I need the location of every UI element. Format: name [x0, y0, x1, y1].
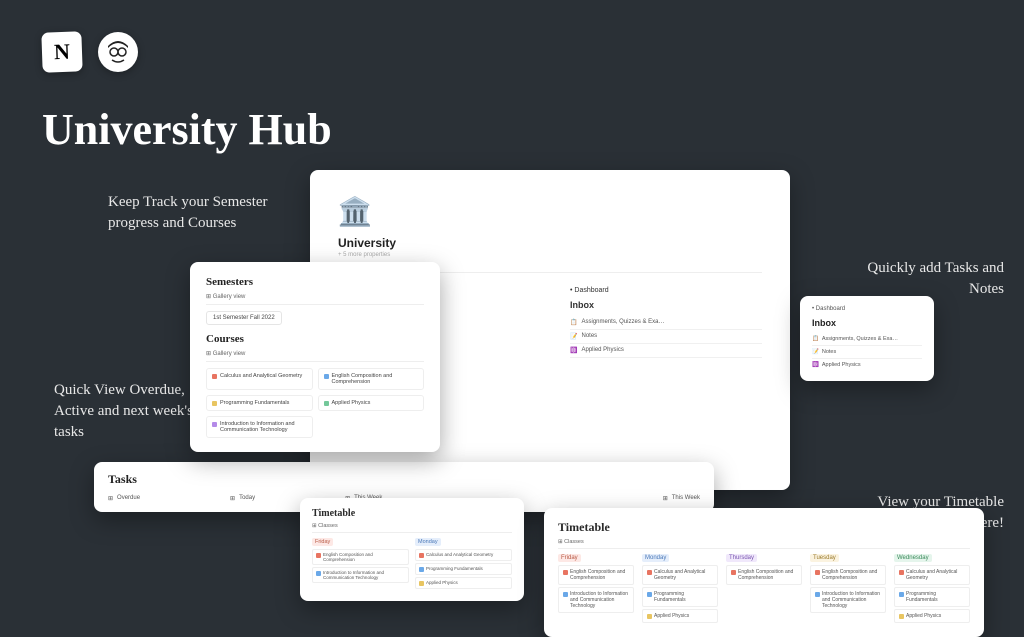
inbox-item[interactable]: 📋Assignments, Quizzes & Exa… [812, 333, 922, 346]
day-header: Monday [415, 538, 441, 546]
timetable-day-column: Friday English Composition and Comprehens… [312, 538, 409, 591]
inbox-item[interactable]: 📋Assignments, Quizzes & Exa… [570, 316, 762, 330]
courses-heading: Courses [206, 333, 424, 345]
timetable-day-column: Thursday English Composition and Comprehe… [726, 554, 802, 625]
timetable-day-column: Wednesday Calculus and Analytical Geometr… [894, 554, 970, 625]
task-tab-overdue[interactable]: ⊞Overdue [108, 495, 140, 502]
semesters-heading: Semesters [206, 276, 424, 288]
timetable-class-item[interactable]: Introduction to Information and Communic… [810, 587, 886, 613]
timetable-heading: Timetable [312, 508, 512, 519]
page-properties-link[interactable]: + 5 more properties [338, 252, 762, 258]
timetable-class-item[interactable]: Calculus and Analytical Geometry [415, 549, 512, 561]
semester-card-item[interactable]: 1st Semester Fall 2022 [206, 311, 282, 325]
task-tab-today[interactable]: ⊞Today [230, 495, 255, 502]
semesters-card: Semesters ⊞ Gallery view 1st Semester Fa… [190, 262, 440, 452]
course-item[interactable]: English Composition and Comprehension [318, 368, 425, 390]
classes-view-tab[interactable]: ⊞ Classes [312, 523, 512, 533]
inbox-item[interactable]: 📝Notes [812, 346, 922, 359]
tasks-heading: Tasks [108, 472, 700, 487]
course-item[interactable]: Applied Physics [318, 395, 425, 411]
course-item[interactable]: Introduction to Information and Communic… [206, 416, 313, 438]
timetable-day-column: Monday Calculus and Analytical GeometryPr… [642, 554, 718, 625]
dashboard-crumb[interactable]: • Dashboard [812, 306, 922, 312]
gallery-view-tab[interactable]: ⊞ Gallery view [206, 350, 424, 362]
timetable-class-item[interactable]: English Composition and Comprehension [810, 565, 886, 585]
day-header: Thursday [726, 554, 757, 562]
inbox-card: • Dashboard Inbox 📋Assignments, Quizzes … [800, 296, 934, 381]
day-header: Monday [642, 554, 669, 562]
annotation-semesters: Keep Track your Semester progress and Co… [108, 192, 268, 234]
timetable-class-item[interactable]: Programming Fundamentals [642, 587, 718, 607]
notion-logo-icon: N [41, 31, 82, 72]
day-header: Tuesday [810, 554, 839, 562]
timetable-card-small: Timetable ⊞ Classes Friday English Compos… [300, 498, 524, 601]
dashboard-label: • Dashboard [570, 287, 762, 294]
timetable-card-big: Timetable ⊞ Classes Friday English Compos… [544, 508, 984, 637]
timetable-class-item[interactable]: English Composition and Comprehension [312, 549, 409, 565]
timetable-class-item[interactable]: Calculus and Analytical Geometry [642, 565, 718, 585]
timetable-class-item[interactable]: Programming Fundamentals [894, 587, 970, 607]
timetable-class-item[interactable]: English Composition and Comprehension [726, 565, 802, 585]
timetable-class-item[interactable]: English Composition and Comprehension [558, 565, 634, 585]
inbox-item[interactable]: ⚛️Applied Physics [812, 359, 922, 371]
gallery-view-tab[interactable]: ⊞ Gallery view [206, 293, 424, 305]
timetable-day-column: Tuesday English Composition and Comprehen… [810, 554, 886, 625]
inbox-heading: Inbox [570, 300, 762, 310]
day-header: Friday [312, 538, 333, 546]
timetable-class-item[interactable]: Programming Fundamentals [415, 563, 512, 575]
timetable-day-column: Monday Calculus and Analytical Geometry Pr… [415, 538, 512, 591]
course-item[interactable]: Programming Fundamentals [206, 395, 313, 411]
hero-title: University Hub [42, 104, 332, 155]
task-tab-thisweek[interactable]: ⊞This Week [663, 495, 700, 502]
timetable-class-item[interactable]: Introduction to Information and Communic… [312, 567, 409, 583]
inbox-item[interactable]: ⚛️Applied Physics [570, 344, 762, 358]
annotation-inbox: Quickly add Tasks and Notes [854, 258, 1004, 300]
creator-avatar-icon [98, 32, 138, 72]
university-icon: 🏛️ [338, 194, 372, 228]
logo-letter: N [54, 39, 71, 66]
day-header: Wednesday [894, 554, 932, 562]
timetable-heading: Timetable [558, 520, 970, 535]
inbox-heading: Inbox [812, 318, 922, 328]
page-title: University [338, 236, 762, 250]
timetable-class-item[interactable]: Applied Physics [894, 609, 970, 623]
timetable-class-item[interactable]: Introduction to Information and Communic… [558, 587, 634, 613]
timetable-class-item[interactable]: Applied Physics [415, 577, 512, 589]
logo-row: N [42, 32, 138, 72]
course-item[interactable]: Calculus and Analytical Geometry [206, 368, 313, 390]
day-header: Friday [558, 554, 581, 562]
timetable-class-item[interactable]: Applied Physics [642, 609, 718, 623]
timetable-class-item[interactable]: Calculus and Analytical Geometry [894, 565, 970, 585]
inbox-item[interactable]: 📝Notes [570, 330, 762, 344]
classes-view-tab[interactable]: ⊞ Classes [558, 539, 970, 549]
timetable-day-column: Friday English Composition and Comprehens… [558, 554, 634, 625]
